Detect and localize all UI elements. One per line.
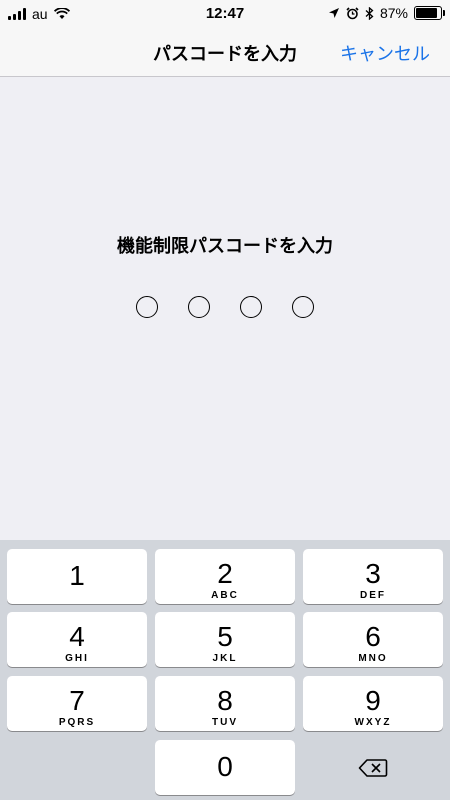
status-bar: au 12:47 87% xyxy=(0,0,450,28)
status-right: 87% xyxy=(328,5,445,21)
key-7[interactable]: 7 PQRS xyxy=(7,676,147,731)
key-letters: PQRS xyxy=(58,717,96,728)
battery-percent: 87% xyxy=(379,5,408,21)
battery-icon xyxy=(414,6,445,20)
passcode-prompt: 機能制限パスコードを入力 xyxy=(117,236,333,257)
key-number: 8 xyxy=(217,685,233,716)
passcode-dot xyxy=(292,296,314,318)
key-number: 1 xyxy=(69,560,85,591)
key-letters: WXYZ xyxy=(354,717,392,728)
passcode-dot xyxy=(188,296,210,318)
key-number: 0 xyxy=(217,751,233,782)
passcode-dot xyxy=(136,296,158,318)
bluetooth-icon xyxy=(365,6,374,20)
key-letters: TUV xyxy=(212,717,238,728)
passcode-dots xyxy=(0,296,450,318)
key-number: 4 xyxy=(69,621,85,652)
key-letters: GHI xyxy=(65,653,89,664)
key-letters: ABC xyxy=(211,590,239,601)
backspace-icon xyxy=(358,758,388,777)
key-8[interactable]: 8 TUV xyxy=(155,676,295,731)
key-letters: MNO xyxy=(358,653,388,664)
key-number: 7 xyxy=(69,685,85,716)
key-3[interactable]: 3 DEF xyxy=(303,549,443,604)
location-icon xyxy=(328,8,339,18)
key-2[interactable]: 2 ABC xyxy=(155,549,295,604)
key-number: 3 xyxy=(365,558,381,589)
alarm-icon xyxy=(346,6,359,19)
key-letters: JKL xyxy=(212,653,238,664)
number-keypad: 1 2 ABC 3 DEF 4 GHI 5 JKL 6 MNO 7 PQRS 8 TUV 9 WXYZ 0 xyxy=(0,540,450,800)
key-number: 6 xyxy=(365,621,381,652)
key-5[interactable]: 5 JKL xyxy=(155,612,295,667)
key-1[interactable]: 1 xyxy=(7,549,147,604)
key-number: 9 xyxy=(365,685,381,716)
navigation-bar: パスコードを入力 キャンセル xyxy=(0,28,450,77)
delete-button[interactable] xyxy=(303,740,443,795)
key-letters: DEF xyxy=(360,590,386,601)
key-4[interactable]: 4 GHI xyxy=(7,612,147,667)
key-0[interactable]: 0 xyxy=(155,740,295,795)
passcode-dot xyxy=(240,296,262,318)
key-9[interactable]: 9 WXYZ xyxy=(303,676,443,731)
cancel-button[interactable]: キャンセル xyxy=(340,40,430,66)
key-6[interactable]: 6 MNO xyxy=(303,612,443,667)
key-number: 5 xyxy=(217,621,233,652)
key-number: 2 xyxy=(217,558,233,589)
